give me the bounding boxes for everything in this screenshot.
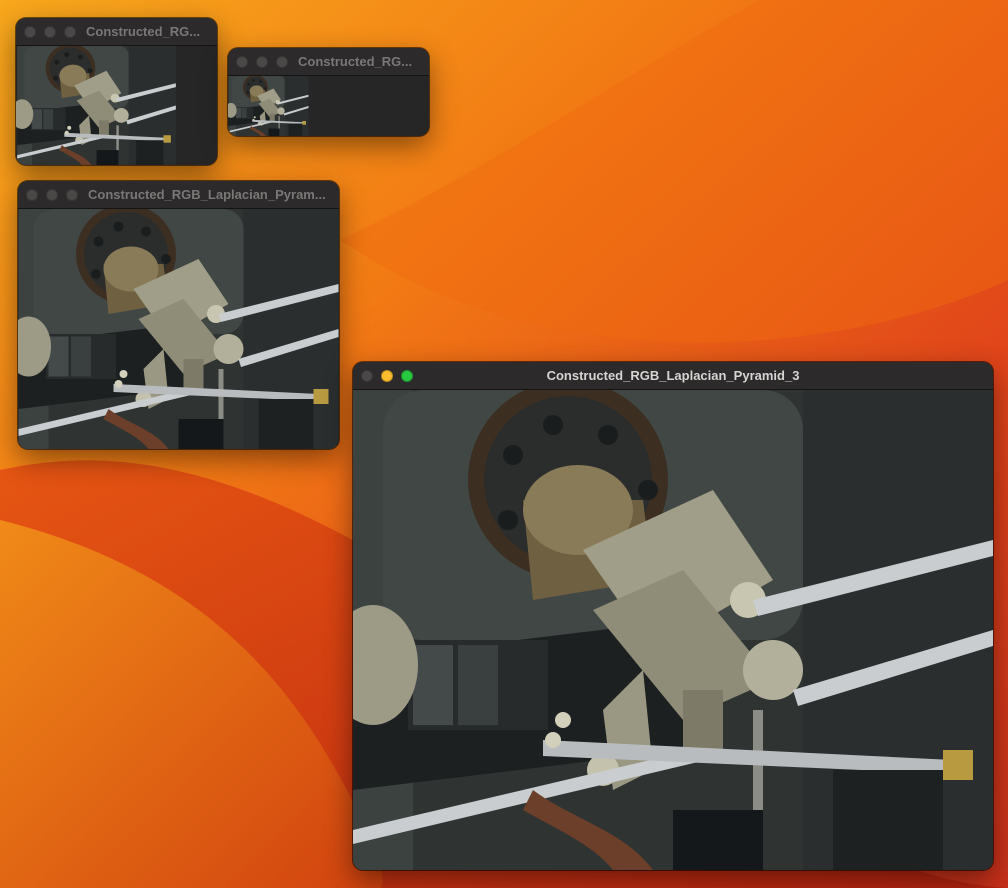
window-titlebar[interactable]: Constructed_RG... <box>16 18 217 46</box>
traffic-lights <box>353 369 413 382</box>
zoom-button[interactable] <box>64 25 76 38</box>
zoom-button[interactable] <box>276 55 288 68</box>
close-button[interactable] <box>26 188 38 201</box>
image-window-pyramid-3[interactable]: Constructed_RGB_Laplacian_Pyramid_3 <box>353 362 993 870</box>
window-titlebar[interactable]: Constructed_RGB_Laplacian_Pyramid_3 <box>353 362 993 390</box>
close-button[interactable] <box>24 25 36 38</box>
window-title: Constructed_RGB_Laplacian_Pyramid_3 <box>546 368 800 383</box>
zoom-button[interactable] <box>401 369 413 382</box>
minimize-button[interactable] <box>381 369 393 382</box>
zoom-button[interactable] <box>66 188 78 201</box>
image-canvas <box>353 390 993 870</box>
window-title: Constructed_RGB_Laplacian_Pyram... <box>88 187 326 202</box>
window-title: Constructed_RG... <box>86 24 201 39</box>
engine-photo <box>16 46 177 165</box>
image-window-pyramid-2[interactable]: Constructed_RGB_Laplacian_Pyram... <box>18 181 339 449</box>
minimize-button[interactable] <box>46 188 58 201</box>
window-title: Constructed_RG... <box>298 54 413 69</box>
image-window-pyramid-1[interactable]: Constructed_RG... <box>228 48 429 136</box>
engine-photo <box>228 76 309 136</box>
engine-photo <box>353 390 993 870</box>
window-titlebar[interactable]: Constructed_RG... <box>228 48 429 76</box>
image-canvas <box>228 76 429 136</box>
traffic-lights <box>18 188 78 201</box>
image-canvas <box>16 46 217 165</box>
engine-photo <box>18 209 339 449</box>
image-window-pyramid-0[interactable]: Constructed_RG... <box>16 18 217 165</box>
traffic-lights <box>16 25 76 38</box>
minimize-button[interactable] <box>256 55 268 68</box>
close-button[interactable] <box>361 369 373 382</box>
window-titlebar[interactable]: Constructed_RGB_Laplacian_Pyram... <box>18 181 339 209</box>
close-button[interactable] <box>236 55 248 68</box>
image-canvas <box>18 209 339 449</box>
traffic-lights <box>228 55 288 68</box>
minimize-button[interactable] <box>44 25 56 38</box>
